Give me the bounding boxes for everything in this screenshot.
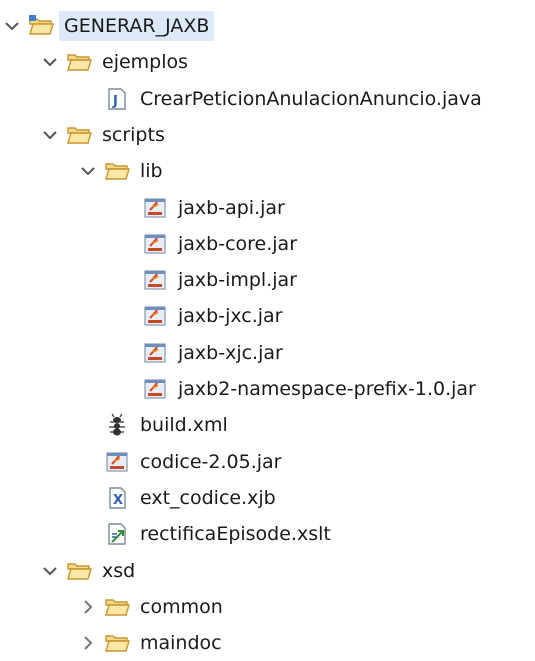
chevron-down-icon[interactable] [78, 161, 98, 181]
tree-item[interactable]: lib [78, 153, 165, 189]
chevron-down-icon[interactable] [40, 125, 60, 145]
tree-item[interactable]: rectificaEpisode.xslt [78, 516, 333, 552]
folder-icon [66, 50, 92, 74]
tree-item[interactable]: xsd [40, 553, 137, 589]
jar-file-icon [104, 450, 130, 474]
tree-item-label: jaxb-impl.jar [178, 269, 297, 292]
jar-file-icon [142, 304, 168, 328]
project-explorer-tree: GENERAR_JAXB ejemplos J CrearPeticionAnulac… [0, 0, 535, 654]
tree-item-label: jaxb-xjc.jar [178, 341, 283, 364]
project-folder-icon [28, 14, 54, 38]
tree-item[interactable]: maindoc [78, 625, 224, 661]
tree-item[interactable]: jaxb-jxc.jar [116, 298, 285, 334]
tree-item[interactable]: common [78, 589, 225, 625]
tree-item[interactable]: jaxb-impl.jar [116, 262, 299, 298]
tree-item[interactable]: jaxb-core.jar [116, 226, 299, 262]
tree-item[interactable]: jaxb-api.jar [116, 190, 287, 226]
tree-item-label: jaxb-api.jar [178, 196, 285, 219]
tree-item[interactable]: J CrearPeticionAnulacionAnuncio.java [78, 81, 484, 117]
jar-file-icon [142, 268, 168, 292]
folder-icon [104, 159, 130, 183]
folder-icon [104, 595, 130, 619]
folder-icon [66, 559, 92, 583]
jar-file-icon [142, 341, 168, 365]
svg-text:J: J [112, 94, 118, 109]
tree-item[interactable]: codice-2.05.jar [78, 444, 283, 480]
tree-item-label: build.xml [140, 414, 228, 437]
folder-icon [66, 123, 92, 147]
jar-file-icon [142, 232, 168, 256]
jar-file-icon [142, 196, 168, 220]
tree-item-label: scripts [102, 123, 165, 146]
tree-item[interactable]: scripts [40, 117, 167, 153]
tree-item-label: GENERAR_JAXB [62, 14, 212, 38]
chevron-down-icon[interactable] [40, 561, 60, 581]
tree-item-label: lib [140, 160, 163, 183]
folder-icon [104, 631, 130, 655]
chevron-right-icon[interactable] [78, 633, 98, 653]
jar-file-icon [142, 377, 168, 401]
tree-item[interactable]: jaxb2-namespace-prefix-1.0.jar [116, 371, 478, 407]
tree-item-label: CrearPeticionAnulacionAnuncio.java [140, 87, 482, 110]
chevron-right-icon[interactable] [78, 597, 98, 617]
tree-item-label: ext_codice.xjb [140, 486, 276, 509]
svg-text:X: X [113, 493, 123, 508]
tree-item-label: common [140, 595, 223, 618]
chevron-down-icon[interactable] [40, 52, 60, 72]
tree-item[interactable]: GENERAR_JAXB [2, 8, 212, 44]
xjb-file-icon: X [104, 486, 130, 510]
tree-item-label: xsd [102, 559, 136, 582]
tree-item-label: rectificaEpisode.xslt [140, 523, 331, 546]
tree-item[interactable]: ejemplos [40, 44, 190, 80]
tree-item-label: jaxb2-namespace-prefix-1.0.jar [178, 378, 476, 400]
tree-item[interactable]: jaxb-xjc.jar [116, 335, 285, 371]
tree-item-label: ejemplos [102, 51, 189, 74]
xslt-file-icon [104, 522, 130, 546]
ant-file-icon [104, 413, 130, 437]
tree-item-label: jaxb-core.jar [178, 232, 298, 255]
tree-item[interactable]: build.xml [78, 407, 230, 443]
tree-item-label: maindoc [140, 632, 222, 655]
java-file-icon: J [104, 87, 130, 111]
chevron-down-icon[interactable] [2, 16, 22, 36]
tree-item[interactable]: Xext_codice.xjb [78, 480, 278, 516]
tree-item-label: jaxb-jxc.jar [178, 305, 283, 328]
tree-item-label: codice-2.05.jar [140, 450, 282, 473]
